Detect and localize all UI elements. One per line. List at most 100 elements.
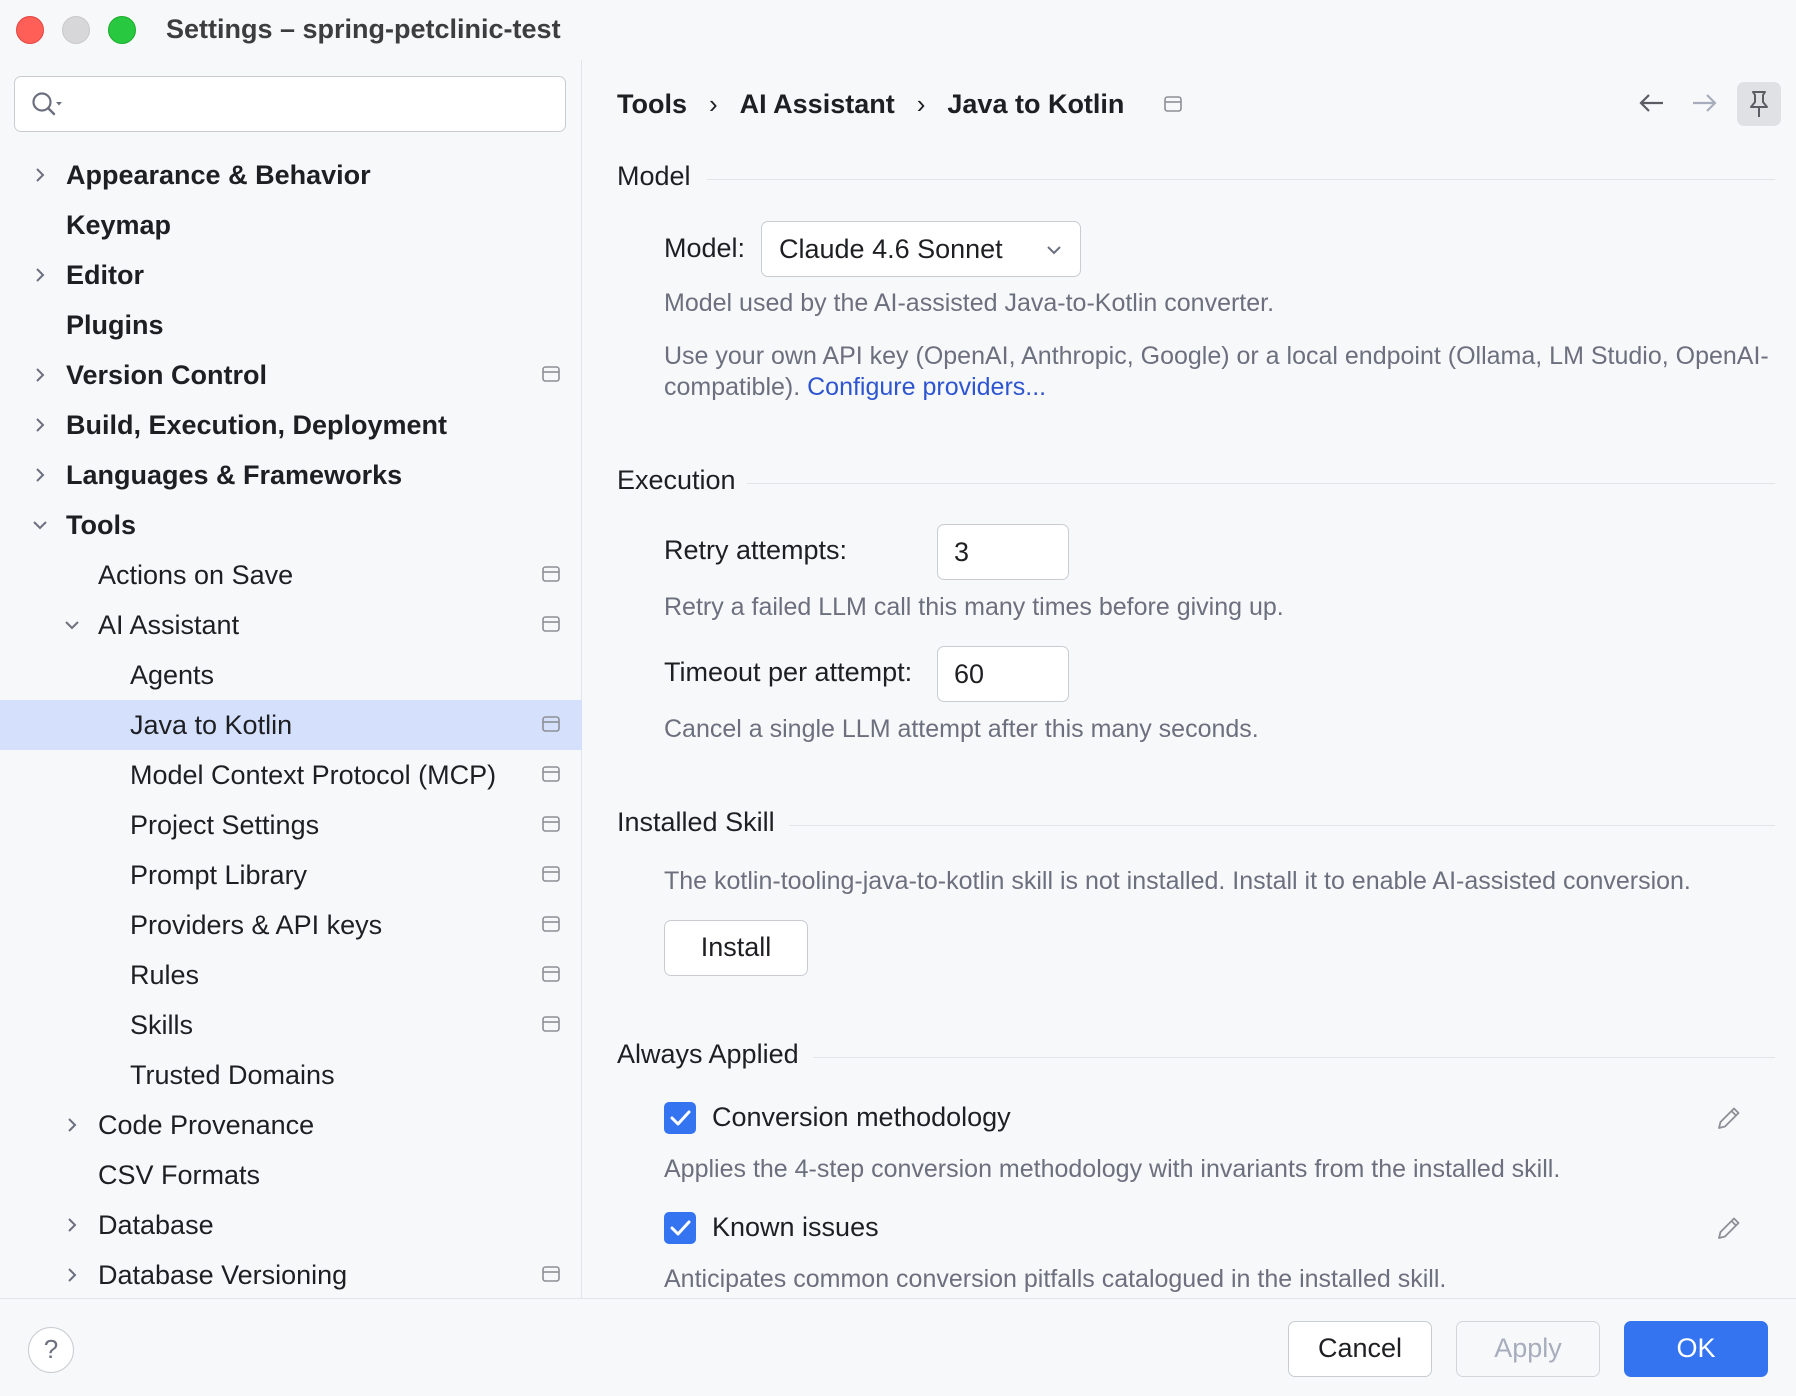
section-divider xyxy=(813,1057,1775,1058)
sidebar-item-label: Agents xyxy=(130,660,215,690)
sidebar-item-keymap[interactable]: Keymap xyxy=(0,200,582,250)
apply-button[interactable]: Apply xyxy=(1456,1321,1600,1377)
project-level-icon xyxy=(542,766,560,782)
project-level-icon xyxy=(1164,96,1183,112)
settings-content: Tools › AI Assistant › Java to Kotlin Mo… xyxy=(583,60,1796,1298)
retry-attempts-hint: Retry a failed LLM call this many times … xyxy=(664,593,1284,621)
zoom-window-button[interactable] xyxy=(108,16,136,44)
sidebar-item-label: Trusted Domains xyxy=(130,1060,335,1090)
chevron-down-icon[interactable] xyxy=(30,515,50,535)
help-button[interactable]: ? xyxy=(28,1327,74,1373)
minimize-window-button[interactable] xyxy=(62,16,90,44)
sidebar-item-database[interactable]: Database xyxy=(0,1200,582,1250)
sidebar-item-label: CSV Formats xyxy=(98,1160,261,1190)
sidebar-item-label: Model Context Protocol (MCP) xyxy=(130,760,497,790)
timeout-hint: Cancel a single LLM attempt after this m… xyxy=(664,715,1259,743)
chevron-right-icon[interactable] xyxy=(30,465,50,485)
sidebar-item-agents[interactable]: Agents xyxy=(0,650,582,700)
chevron-right-icon[interactable] xyxy=(30,415,50,435)
chevron-right-icon[interactable] xyxy=(62,1215,82,1235)
sidebar-item-label: Languages & Frameworks xyxy=(66,460,403,490)
sidebar-item-label: Database Versioning xyxy=(98,1260,348,1290)
sidebar-item-label: Plugins xyxy=(66,310,164,340)
sidebar-item-label: Project Settings xyxy=(130,810,320,840)
project-level-icon xyxy=(542,716,560,732)
model-dropdown[interactable]: Claude 4.6 Sonnet xyxy=(761,221,1081,277)
sidebar-item-database-versioning[interactable]: Database Versioning xyxy=(0,1250,582,1300)
close-window-button[interactable] xyxy=(16,16,44,44)
conversion-methodology-label[interactable]: Conversion methodology xyxy=(712,1102,1011,1133)
model-label: Model: xyxy=(664,233,746,263)
model-dropdown-value: Claude 4.6 Sonnet xyxy=(779,234,1003,264)
cancel-button[interactable]: Cancel xyxy=(1288,1321,1432,1377)
section-divider xyxy=(789,825,1775,826)
project-level-icon xyxy=(542,916,560,932)
breadcrumb-separator: › xyxy=(916,88,926,119)
sidebar-item-editor[interactable]: Editor xyxy=(0,250,582,300)
chevron-down-icon[interactable] xyxy=(62,615,82,635)
sidebar-item-label: Tools xyxy=(66,510,136,540)
project-level-icon xyxy=(542,616,560,632)
sidebar-item-java-to-kotlin[interactable]: Java to Kotlin xyxy=(0,700,582,750)
sidebar-item-plugins[interactable]: Plugins xyxy=(0,300,582,350)
model-hint: Model used by the AI-assisted Java-to-Ko… xyxy=(664,289,1275,317)
pin-button[interactable] xyxy=(1737,82,1781,126)
sidebar-item-actions-on-save[interactable]: Actions on Save xyxy=(0,550,582,600)
pencil-icon[interactable] xyxy=(1715,1104,1743,1132)
sidebar-item-rules[interactable]: Rules xyxy=(0,950,582,1000)
sidebar-item-trusted-domains[interactable]: Trusted Domains xyxy=(0,1050,582,1100)
chevron-right-icon[interactable] xyxy=(62,1115,82,1135)
known-issues-checkbox[interactable] xyxy=(664,1212,696,1244)
sidebar-item-skills[interactable]: Skills xyxy=(0,1000,582,1050)
model-providers-hint: Use your own API key (OpenAI, Anthropic,… xyxy=(664,341,1784,403)
project-level-icon xyxy=(542,866,560,882)
timeout-input[interactable] xyxy=(937,646,1069,702)
dialog-footer: ? Cancel Apply OK xyxy=(0,1298,1796,1396)
pencil-icon[interactable] xyxy=(1715,1214,1743,1242)
chevron-right-icon[interactable] xyxy=(30,365,50,385)
back-arrow-icon[interactable] xyxy=(1637,88,1667,118)
search-input[interactable] xyxy=(14,76,566,132)
sidebar-item-build[interactable]: Build, Execution, Deployment xyxy=(0,400,582,450)
section-title-always-applied: Always Applied xyxy=(617,1039,799,1069)
chevron-right-icon[interactable] xyxy=(30,165,50,185)
sidebar-item-label: Database xyxy=(98,1210,214,1240)
install-button[interactable]: Install xyxy=(664,920,808,976)
sidebar-item-version-control[interactable]: Version Control xyxy=(0,350,582,400)
sidebar-item-providers[interactable]: Providers & API keys xyxy=(0,900,582,950)
breadcrumb: Tools › AI Assistant › Java to Kotlin xyxy=(617,86,1183,122)
configure-providers-link[interactable]: Configure providers... xyxy=(807,373,1046,401)
forward-arrow-icon[interactable] xyxy=(1689,88,1719,118)
sidebar-item-label: Prompt Library xyxy=(130,860,308,890)
sidebar-item-ai-assistant[interactable]: AI Assistant xyxy=(0,600,582,650)
sidebar-item-mcp[interactable]: Model Context Protocol (MCP) xyxy=(0,750,582,800)
conversion-methodology-hint: Applies the 4-step conversion methodolog… xyxy=(664,1155,1561,1183)
conversion-methodology-checkbox[interactable] xyxy=(664,1102,696,1134)
project-level-icon xyxy=(542,816,560,832)
section-divider xyxy=(747,483,1775,484)
chevron-right-icon[interactable] xyxy=(30,265,50,285)
ok-button[interactable]: OK xyxy=(1624,1321,1768,1377)
sidebar-item-appearance[interactable]: Appearance & Behavior xyxy=(0,150,582,200)
chevron-right-icon[interactable] xyxy=(62,1265,82,1285)
known-issues-label[interactable]: Known issues xyxy=(712,1212,879,1243)
breadcrumb-item-tools[interactable]: Tools xyxy=(617,89,687,120)
sidebar-item-prompt-library[interactable]: Prompt Library xyxy=(0,850,582,900)
sidebar-item-tools[interactable]: Tools xyxy=(0,500,582,550)
sidebar-item-csv-formats[interactable]: CSV Formats xyxy=(0,1150,582,1200)
sidebar-item-label: Build, Execution, Deployment xyxy=(66,410,448,440)
sidebar-item-label: Java to Kotlin xyxy=(130,710,293,740)
breadcrumb-item-ai-assistant[interactable]: AI Assistant xyxy=(740,89,895,120)
project-level-icon xyxy=(542,1016,560,1032)
sidebar-item-code-provenance[interactable]: Code Provenance xyxy=(0,1100,582,1150)
checkmark-icon xyxy=(670,1110,691,1126)
retry-attempts-input[interactable] xyxy=(937,524,1069,580)
title-bar: Settings – spring-petclinic-test xyxy=(0,0,1796,60)
sidebar-item-languages[interactable]: Languages & Frameworks xyxy=(0,450,582,500)
sidebar-item-project-settings[interactable]: Project Settings xyxy=(0,800,582,850)
known-issues-hint: Anticipates common conversion pitfalls c… xyxy=(664,1265,1447,1293)
sidebar-item-label: AI Assistant xyxy=(98,610,240,640)
project-level-icon xyxy=(542,366,560,382)
settings-window: Settings – spring-petclinic-test Appeara… xyxy=(0,0,1796,1396)
pin-icon xyxy=(1750,91,1768,117)
